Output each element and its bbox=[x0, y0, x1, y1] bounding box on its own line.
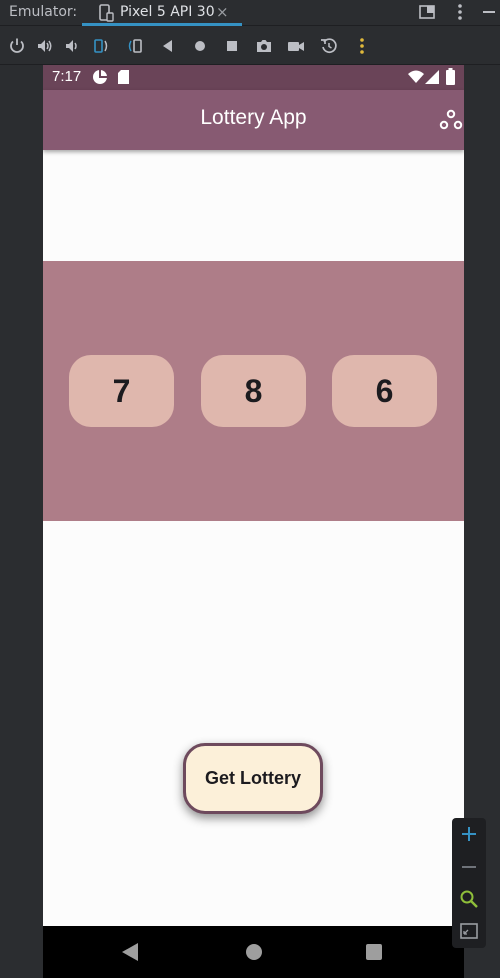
app-notification-icon bbox=[93, 70, 107, 84]
close-icon[interactable]: × bbox=[216, 3, 229, 21]
power-icon[interactable] bbox=[8, 37, 26, 55]
share-icon[interactable] bbox=[439, 108, 463, 132]
nav-back-icon[interactable] bbox=[121, 942, 139, 962]
get-lottery-button[interactable]: Get Lottery bbox=[183, 743, 323, 814]
screen-record-icon[interactable] bbox=[287, 37, 305, 55]
rotate-right-icon[interactable] bbox=[126, 37, 144, 55]
system-nav-bar bbox=[43, 926, 464, 978]
lottery-panel: 7 8 6 bbox=[43, 261, 464, 521]
status-time: 7:17 bbox=[52, 68, 82, 85]
layout-icon[interactable] bbox=[418, 3, 436, 21]
device-tab-label: Pixel 5 API 30 bbox=[120, 4, 215, 20]
app-bar: Lottery App bbox=[43, 90, 464, 150]
emulator-toolbar bbox=[0, 27, 500, 65]
battery-icon bbox=[446, 68, 455, 85]
sd-card-icon bbox=[118, 70, 129, 84]
status-bar: 7:17 bbox=[43, 65, 464, 90]
device-screen[interactable]: 7:17 Lottery App 7 8 6 Get Lottery bbox=[43, 65, 464, 978]
more-vertical-icon[interactable] bbox=[451, 3, 469, 21]
more-icon[interactable] bbox=[353, 37, 371, 55]
zoom-out-icon[interactable] bbox=[459, 857, 479, 877]
signal-icon bbox=[425, 70, 439, 84]
emulator-tab-bar: Emulator: Pixel 5 API 30 × bbox=[0, 0, 500, 26]
device-icon bbox=[99, 4, 114, 22]
nav-home-icon[interactable] bbox=[246, 944, 262, 960]
home-icon[interactable] bbox=[191, 37, 209, 55]
app-title: Lottery App bbox=[200, 106, 307, 129]
lottery-number-1: 7 bbox=[69, 355, 174, 427]
snapshot-icon[interactable] bbox=[320, 37, 338, 55]
minimize-icon[interactable] bbox=[480, 3, 498, 21]
device-tab[interactable]: Pixel 5 API 30 × bbox=[82, 0, 242, 26]
rotate-left-icon[interactable] bbox=[92, 37, 110, 55]
back-icon[interactable] bbox=[159, 37, 177, 55]
zoom-actual-size-icon[interactable] bbox=[459, 889, 479, 909]
lottery-number-3: 6 bbox=[332, 355, 437, 427]
wifi-icon bbox=[408, 70, 424, 83]
lottery-number-2: 8 bbox=[201, 355, 306, 427]
zoom-in-icon[interactable] bbox=[459, 824, 479, 844]
zoom-fit-icon[interactable] bbox=[459, 921, 479, 941]
emulator-label: Emulator: bbox=[9, 4, 78, 20]
overview-icon[interactable] bbox=[223, 37, 241, 55]
volume-down-icon[interactable] bbox=[63, 37, 81, 55]
screenshot-icon[interactable] bbox=[255, 37, 273, 55]
nav-recents-icon[interactable] bbox=[366, 944, 382, 960]
volume-up-icon[interactable] bbox=[36, 37, 54, 55]
zoom-controls bbox=[452, 818, 486, 948]
